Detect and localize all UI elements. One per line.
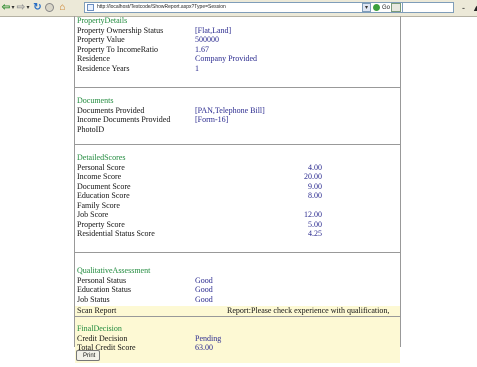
detailed-scores-section: DetailedScores Personal Score 4.00 Incom… xyxy=(75,145,400,253)
row-value: Good xyxy=(195,285,213,294)
documents-section: Documents Documents Provided [PAN,Teleph… xyxy=(75,88,400,145)
forward-dropdown-icon[interactable]: ▾ xyxy=(25,2,31,14)
scan-report-row: Scan Report Report:Please check experien… xyxy=(75,306,400,317)
row-value: 1 xyxy=(195,63,199,73)
table-row: Total Credit Score 63.00 xyxy=(75,343,400,353)
row-value: 63.00 xyxy=(195,343,213,352)
table-row: Credit Decision Pending xyxy=(75,334,400,344)
table-row: Residential Status Score 4.25 xyxy=(75,229,400,239)
browser-toolbar: ⇦ ▾ ⇨ ▾ ↻ ⌂ http://localhost/Testcode/Sh… xyxy=(0,0,477,17)
property-details-section: PropertyDetails Property Ownership Statu… xyxy=(75,16,400,88)
table-row: Personal Status Good xyxy=(75,276,400,286)
table-row: Education Status Good xyxy=(75,285,400,295)
row-value: 5.00 xyxy=(308,219,322,229)
address-bar[interactable]: http://localhost/Testcode/ShowReport.asp… xyxy=(84,2,409,13)
table-row: Job Status Good xyxy=(75,295,400,305)
table-row: Income Documents Provided [Form-16] xyxy=(75,115,400,125)
row-label: Personal Status xyxy=(77,275,127,285)
section-title: DetailedScores xyxy=(77,153,126,162)
table-row: Property To IncomeRatio 1.67 xyxy=(75,45,400,55)
row-label: Family Score xyxy=(77,200,120,210)
row-value: 8.00 xyxy=(308,191,322,200)
home-icon[interactable]: ⌂ xyxy=(57,2,68,13)
table-row: Document Score 9.00 xyxy=(75,182,400,192)
stop-icon[interactable] xyxy=(45,3,54,12)
row-value: 1.67 xyxy=(195,44,209,54)
scan-report-value: Report:Please check experience with qual… xyxy=(227,306,390,315)
go-icon xyxy=(373,3,380,11)
row-value: [PAN,Telephone Bill] xyxy=(195,105,265,115)
table-row: Personal Score 4.00 xyxy=(75,163,400,173)
print-button[interactable]: Print xyxy=(76,350,100,361)
row-label: Residential Status Score xyxy=(77,229,155,238)
address-url: http://localhost/Testcode/ShowReport.asp… xyxy=(97,4,226,10)
section-title: Documents xyxy=(77,96,114,105)
search-input[interactable] xyxy=(402,2,454,13)
row-value: [Flat,Land] xyxy=(195,25,232,35)
row-value: Company Provided xyxy=(195,54,257,63)
row-label: Residence Years xyxy=(77,63,130,73)
toolbar-widget-icon[interactable] xyxy=(391,3,401,12)
row-label: PhotoID xyxy=(77,124,105,134)
table-row: Income Score 20.00 xyxy=(75,172,400,182)
minimize-button[interactable]: - xyxy=(462,2,470,14)
row-label: Document Score xyxy=(77,181,131,191)
row-label: Residence xyxy=(77,54,110,63)
page-icon xyxy=(87,4,94,11)
go-label: Go xyxy=(382,5,391,11)
row-value: Good xyxy=(195,294,213,304)
section-title: FinalDecision xyxy=(77,324,122,333)
row-label: Property Value xyxy=(77,35,125,44)
table-row: Property Value 500000 xyxy=(75,35,400,45)
table-row: Job Score 12.00 xyxy=(75,210,400,220)
row-label: Job Score xyxy=(77,210,109,219)
address-dropdown-icon[interactable]: ▾ xyxy=(362,3,371,12)
row-label: Credit Decision xyxy=(77,333,128,343)
row-label: Job Status xyxy=(77,294,110,304)
row-value: Good xyxy=(195,275,213,285)
row-label: Education Score xyxy=(77,191,130,200)
final-decision-section: FinalDecision Credit Decision Pending To… xyxy=(75,317,400,363)
row-label: Income Score xyxy=(77,172,122,181)
row-label: Property To IncomeRatio xyxy=(77,44,159,54)
qualitative-assessment-section: QualitativeAssessment Personal Status Go… xyxy=(75,253,400,306)
section-title: PropertyDetails xyxy=(77,16,128,25)
table-row: Family Score xyxy=(75,201,400,211)
menu-icon[interactable]: ▲ xyxy=(472,2,477,14)
table-row: Residence Years 1 xyxy=(75,64,400,74)
row-value: 12.00 xyxy=(304,210,322,219)
table-row: Property Ownership Status [Flat,Land] xyxy=(75,26,400,36)
row-value: 20.00 xyxy=(304,172,322,181)
scan-report-label: Scan Report xyxy=(77,306,117,315)
row-label: Personal Score xyxy=(77,162,125,172)
row-label: Education Status xyxy=(77,285,131,294)
row-value: 9.00 xyxy=(308,181,322,191)
row-label: Income Documents Provided xyxy=(77,115,171,124)
refresh-icon[interactable]: ↻ xyxy=(32,2,43,14)
row-value: Pending xyxy=(195,333,222,343)
section-title: QualitativeAssessment xyxy=(77,266,151,275)
row-label: Documents Provided xyxy=(77,105,145,115)
row-value: 4.00 xyxy=(308,162,322,172)
row-value: 4.25 xyxy=(308,229,322,238)
table-row: Documents Provided [PAN,Telephone Bill] xyxy=(75,106,400,116)
row-label: Property Ownership Status xyxy=(77,25,164,35)
row-value: 500000 xyxy=(195,35,219,44)
row-label: Property Score xyxy=(77,219,125,229)
row-value: [Form-16] xyxy=(195,115,229,124)
table-row: Residence Company Provided xyxy=(75,54,400,64)
table-row: Property Score 5.00 xyxy=(75,220,400,230)
credit-report: PropertyDetails Property Ownership Statu… xyxy=(74,16,401,363)
table-row: PhotoID xyxy=(75,125,400,135)
table-row: Education Score 8.00 xyxy=(75,191,400,201)
